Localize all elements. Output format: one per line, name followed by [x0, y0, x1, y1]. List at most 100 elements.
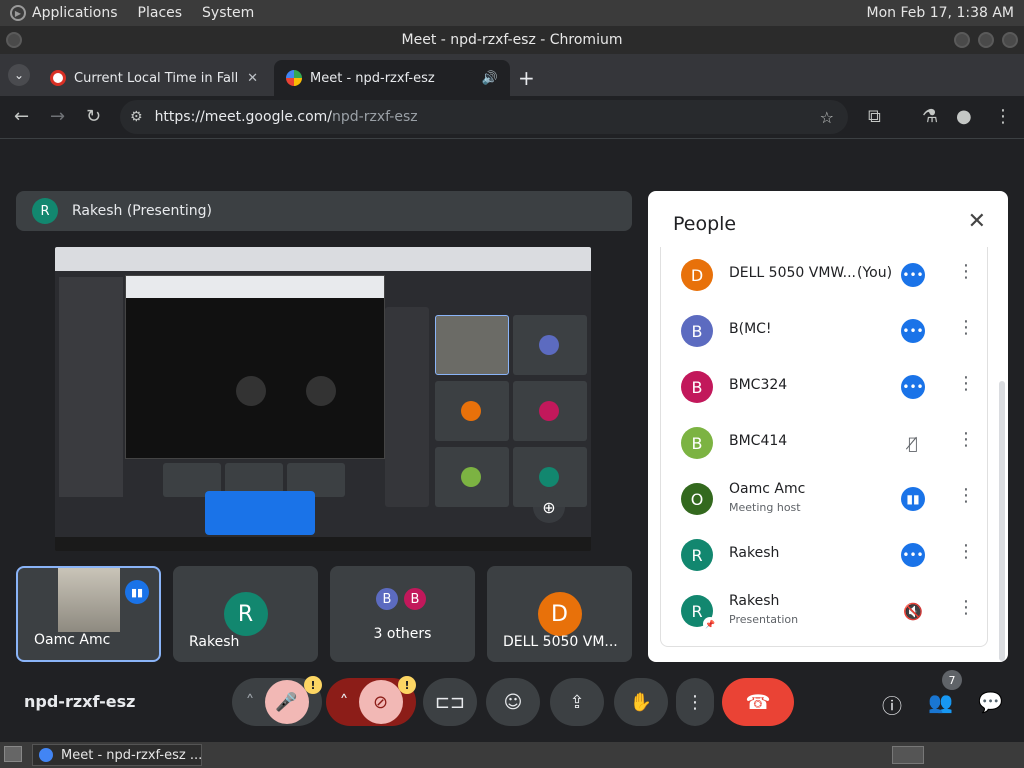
- maximize-icon[interactable]: [978, 32, 994, 48]
- bookmark-star-icon[interactable]: ☆: [820, 108, 834, 127]
- volume-off-icon[interactable]: 🔇: [901, 599, 925, 623]
- shared-avatar: [539, 401, 559, 421]
- kebab-icon[interactable]: ⋮: [957, 597, 975, 618]
- kebab-icon[interactable]: ⋮: [957, 429, 975, 450]
- address-bar[interactable]: ⚙ https://meet.google.com/npd-rzxf-esz ☆: [120, 100, 848, 134]
- more-options-icon[interactable]: •••: [901, 319, 925, 343]
- more-options-icon[interactable]: •••: [901, 263, 925, 287]
- tab-strip: ⌄ Current Local Time in Fall Riv ✕ Meet …: [0, 54, 1024, 96]
- toolbar-spacer: [0, 138, 1024, 174]
- list-item[interactable]: R 📌 Rakesh Presentation 🔇 ⋮: [661, 583, 989, 639]
- participant-name: BMC324: [729, 377, 788, 393]
- shared-tile: [385, 307, 429, 507]
- back-icon[interactable]: ←: [14, 106, 29, 127]
- avatar: D: [537, 592, 582, 636]
- kebab-icon[interactable]: ⋮: [957, 373, 975, 394]
- tab-search-chevron-icon[interactable]: ⌄: [8, 64, 30, 86]
- emoji-button[interactable]: ☺: [486, 678, 540, 726]
- list-item[interactable]: B BMC414 🎙̸ ⋮: [661, 415, 989, 471]
- people-icon[interactable]: 👥: [928, 690, 953, 714]
- shared-screen[interactable]: ⊕: [55, 247, 591, 551]
- people-scrollbar[interactable]: [999, 381, 1005, 661]
- kebab-icon[interactable]: ⋮: [957, 261, 975, 282]
- tab-fall-river-time[interactable]: Current Local Time in Fall Riv ✕: [38, 60, 270, 96]
- profile-icon[interactable]: ●: [956, 106, 972, 127]
- avatar: R: [223, 592, 268, 636]
- close-icon[interactable]: ✕: [968, 209, 986, 234]
- minimize-icon[interactable]: [954, 32, 970, 48]
- menu-system[interactable]: System: [202, 5, 254, 21]
- kebab-icon[interactable]: ⋮: [957, 485, 975, 506]
- reload-icon[interactable]: ↻: [86, 106, 101, 127]
- present-button[interactable]: ⇪: [550, 678, 604, 726]
- warning-icon: !: [304, 676, 322, 694]
- taskbar-window-meet[interactable]: Meet - npd-rzxf-esz ...: [32, 744, 202, 766]
- mic-icon[interactable]: 🎤: [264, 680, 309, 724]
- window-menu-icon[interactable]: [6, 32, 22, 48]
- close-window-icon[interactable]: [1002, 32, 1018, 48]
- zoom-icon[interactable]: ⊕: [533, 491, 565, 523]
- close-tab-icon[interactable]: ✕: [247, 71, 258, 86]
- menu-places[interactable]: Places: [138, 5, 183, 21]
- emoji-icon: ☺: [503, 691, 523, 713]
- meet-main: R Rakesh (Presenting) ⊕ ▮▮ Oamc Amc R Ra…: [0, 174, 1024, 742]
- labs-flask-icon[interactable]: ⚗: [922, 106, 938, 127]
- window-title: Meet - npd-rzxf-esz - Chromium: [401, 32, 623, 48]
- participant-name: Oamc Amc: [729, 481, 806, 497]
- tile-others[interactable]: B B 3 others: [330, 566, 475, 662]
- speaking-indicator-icon[interactable]: ▮▮: [901, 487, 925, 511]
- mic-off-icon[interactable]: 🎙̸: [901, 431, 925, 455]
- new-tab-icon[interactable]: +: [518, 66, 535, 90]
- list-item[interactable]: B B(MC! ••• ⋮: [661, 303, 989, 359]
- more-options-icon[interactable]: •••: [901, 375, 925, 399]
- shared-avatar: [539, 335, 559, 355]
- shared-avatar: [539, 467, 559, 487]
- avatar: B: [681, 315, 713, 347]
- menu-applications[interactable]: Applications: [32, 5, 118, 21]
- extensions-icon[interactable]: ⧉: [868, 106, 881, 127]
- meeting-info-icon[interactable]: ⓘ: [882, 690, 902, 719]
- meeting-code: npd-rzxf-esz: [24, 692, 136, 711]
- end-call-button[interactable]: ☎: [722, 678, 794, 726]
- participant-name: Rakesh: [729, 593, 780, 609]
- forward-icon[interactable]: →: [50, 106, 65, 127]
- presenter-avatar: R: [32, 198, 58, 224]
- more-options-button[interactable]: ⋮: [676, 678, 714, 726]
- browser-menu-icon[interactable]: ⋮: [994, 106, 1012, 127]
- tile-rakesh[interactable]: R Rakesh: [173, 566, 318, 662]
- captions-button[interactable]: ⊏⊐: [423, 678, 477, 726]
- list-item[interactable]: D DELL 5050 VMW... (You) ••• ⋮: [661, 247, 989, 303]
- present-screen-icon: ⇪: [569, 691, 585, 713]
- workspace-switcher[interactable]: [892, 746, 924, 764]
- list-item[interactable]: R Rakesh ••• ⋮: [661, 527, 989, 583]
- chromium-icon: [39, 748, 53, 762]
- site-info-icon[interactable]: ⚙: [130, 109, 143, 125]
- tab-meet[interactable]: Meet - npd-rzxf-esz 🔊: [274, 60, 510, 96]
- shared-screen-browser-bar: [55, 247, 591, 271]
- raise-hand-button[interactable]: ✋: [614, 678, 668, 726]
- more-options-icon[interactable]: •••: [901, 543, 925, 567]
- kebab-icon[interactable]: ⋮: [957, 317, 975, 338]
- panel-title: People: [673, 213, 737, 235]
- show-desktop-icon[interactable]: [4, 746, 22, 762]
- url-host: https://meet.google.com/: [154, 109, 333, 125]
- participant-name: BMC414: [729, 433, 788, 449]
- speaker-icon[interactable]: 🔊: [482, 71, 498, 86]
- clock[interactable]: Mon Feb 17, 1:38 AM: [867, 5, 1014, 21]
- tile-dell[interactable]: D DELL 5050 VM...: [487, 566, 632, 662]
- tab-label: Current Local Time in Fall Riv: [74, 70, 239, 86]
- chevron-up-icon[interactable]: ˄: [246, 692, 255, 713]
- meet-favicon-icon: [286, 70, 302, 86]
- applications-icon[interactable]: ▶: [10, 5, 26, 21]
- kebab-icon[interactable]: ⋮: [957, 541, 975, 562]
- chat-icon[interactable]: 💬: [978, 690, 1003, 714]
- shared-taskbar: [55, 537, 591, 551]
- camera-off-icon[interactable]: ⊘: [358, 680, 403, 724]
- chevron-up-icon[interactable]: ˄: [340, 692, 349, 713]
- list-item[interactable]: O Oamc Amc Meeting host ▮▮ ⋮: [661, 471, 989, 527]
- list-item[interactable]: B BMC324 ••• ⋮: [661, 359, 989, 415]
- tile-oamc-amc[interactable]: ▮▮ Oamc Amc: [16, 566, 161, 662]
- browser-toolbar: ← → ↻ ⚙ https://meet.google.com/npd-rzxf…: [0, 96, 1024, 138]
- tile-name: Oamc Amc: [34, 632, 111, 648]
- speaking-indicator-icon: ▮▮: [125, 580, 149, 604]
